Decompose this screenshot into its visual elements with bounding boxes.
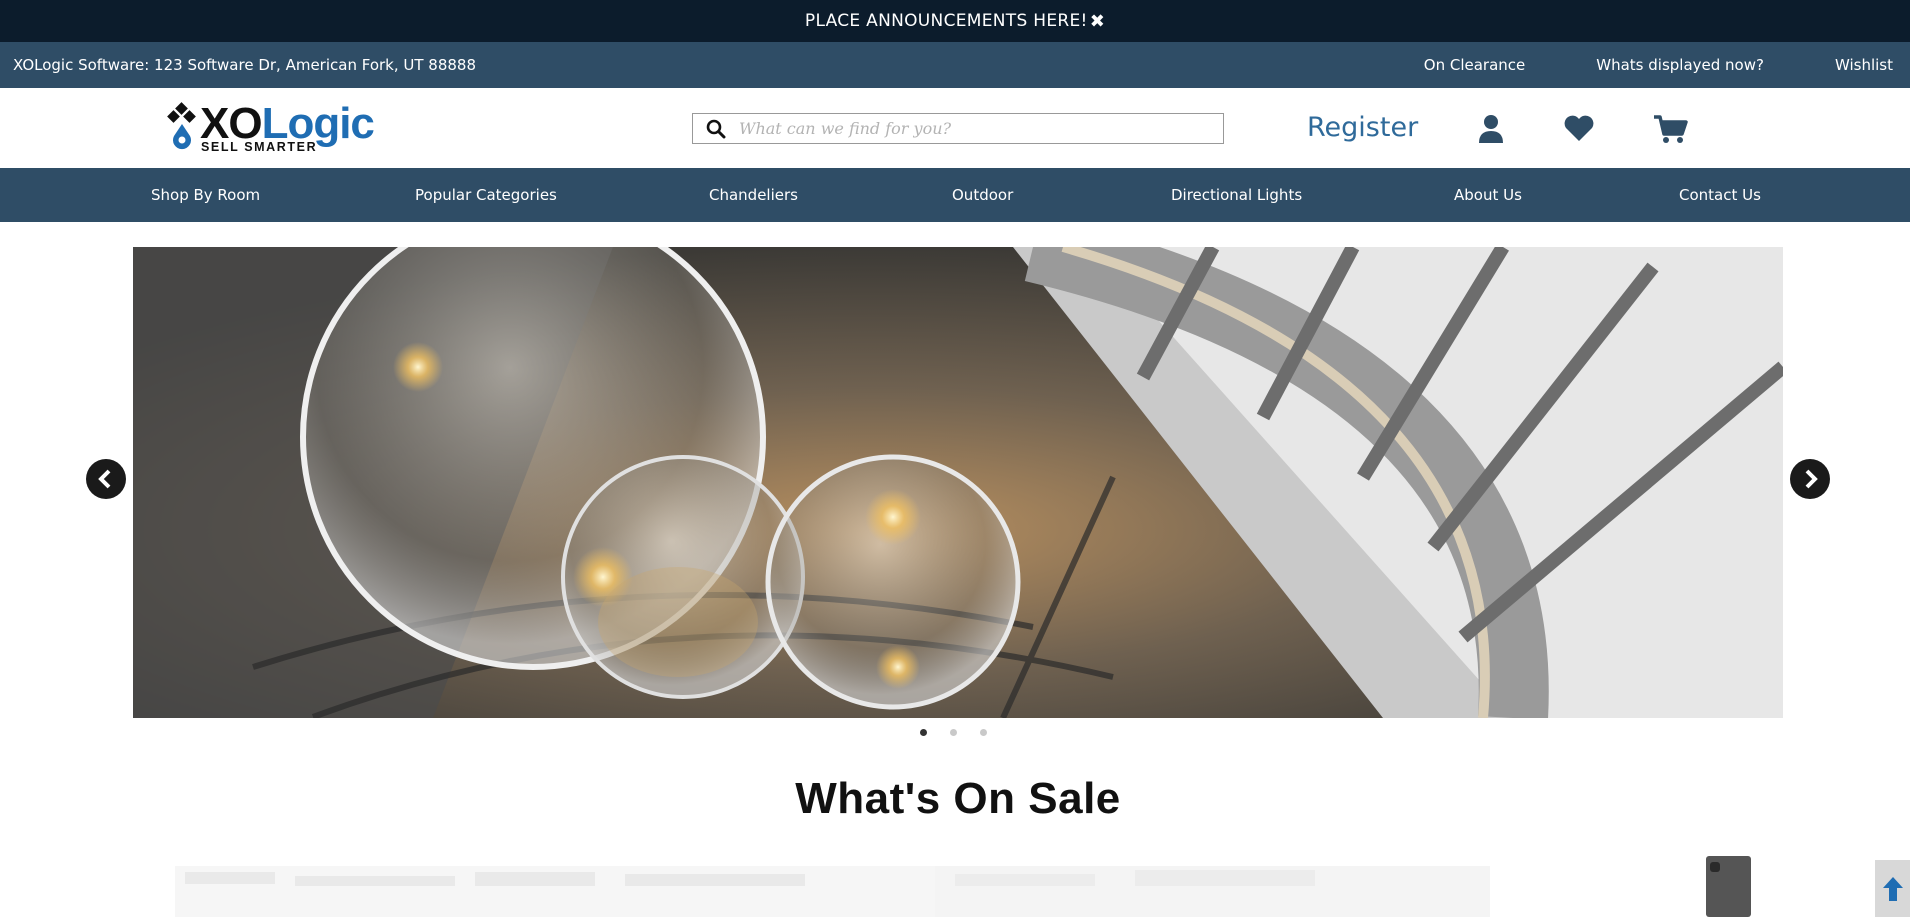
logo-tagline: SELL SMARTER (201, 140, 318, 154)
nav-item-directional-lights[interactable]: Directional Lights (1171, 186, 1302, 204)
nav-item-shop-by-room[interactable]: Shop By Room (151, 186, 260, 204)
carousel-dot-1[interactable] (920, 729, 927, 736)
on-clearance-link[interactable]: On Clearance (1424, 56, 1525, 74)
carousel-dot-3[interactable] (980, 729, 987, 736)
register-link[interactable]: Register (1307, 112, 1418, 143)
cart-icon[interactable] (1652, 113, 1688, 145)
chevron-right-icon (1805, 469, 1818, 489)
carousel-prev-button[interactable] (86, 459, 126, 499)
chevron-left-icon (98, 469, 111, 489)
announcement-bar: PLACE ANNOUNCEMENTS HERE! ✖ (0, 0, 1910, 42)
nav-item-contact-us[interactable]: Contact Us (1679, 186, 1761, 204)
heart-icon[interactable] (1562, 113, 1596, 145)
main-nav: Shop By Room Popular Categories Chandeli… (0, 168, 1910, 222)
nav-item-chandeliers[interactable]: Chandeliers (709, 186, 798, 204)
carousel-dot-2[interactable] (950, 729, 957, 736)
nav-item-popular-categories[interactable]: Popular Categories (415, 186, 557, 204)
site-header: XOLogic SELL SMARTER Register (0, 88, 1910, 168)
search-input[interactable] (739, 119, 1209, 138)
section-title: What's On Sale (795, 774, 1121, 823)
back-to-top-button[interactable] (1875, 860, 1910, 917)
whats-displayed-link[interactable]: Whats displayed now? (1596, 56, 1764, 74)
sale-product-image[interactable] (935, 850, 1490, 917)
logo-mark-icon (167, 102, 196, 150)
hero-slide-image (133, 247, 1783, 718)
nav-item-outdoor[interactable]: Outdoor (952, 186, 1013, 204)
sale-product-image[interactable] (175, 850, 935, 917)
search-box (692, 113, 1224, 144)
arrow-up-icon (1882, 876, 1903, 901)
carousel-next-button[interactable] (1790, 459, 1830, 499)
top-links: On Clearance Whats displayed now? Wishli… (1353, 56, 1893, 74)
user-icon[interactable] (1474, 113, 1508, 145)
search-icon[interactable] (693, 119, 739, 139)
announcement-text: PLACE ANNOUNCEMENTS HERE! (804, 11, 1088, 31)
top-info-bar: XOLogic Software: 123 Software Dr, Ameri… (0, 42, 1910, 88)
nav-item-about-us[interactable]: About Us (1454, 186, 1522, 204)
store-address: XOLogic Software: 123 Software Dr, Ameri… (13, 56, 477, 74)
site-logo[interactable]: XOLogic SELL SMARTER (166, 100, 375, 154)
carousel-indicators (920, 729, 987, 736)
close-icon[interactable]: ✖ (1090, 11, 1105, 32)
sale-product-image[interactable] (1706, 850, 1751, 917)
wishlist-link[interactable]: Wishlist (1835, 56, 1893, 74)
